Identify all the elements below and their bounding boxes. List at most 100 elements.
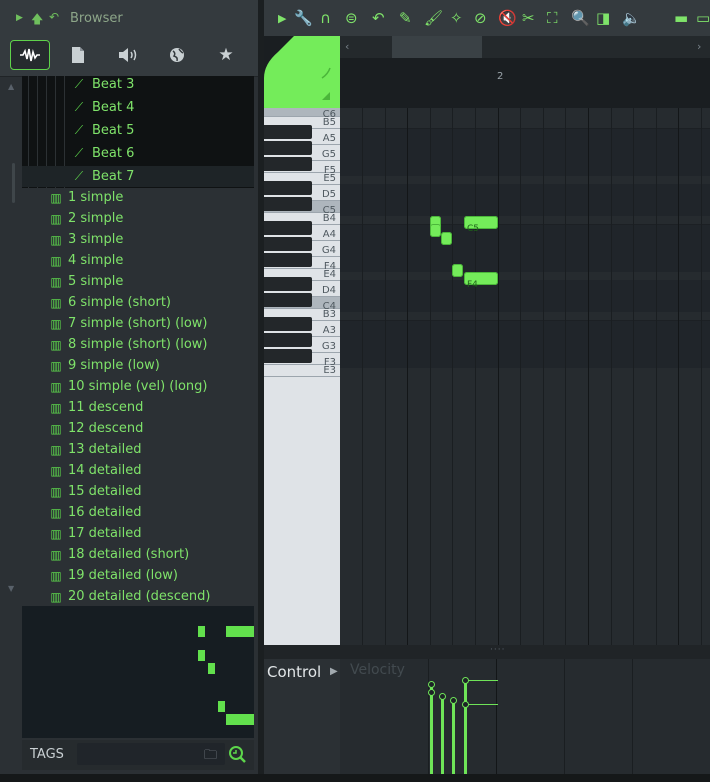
black-key[interactable] (264, 221, 312, 235)
maximize-icon[interactable]: ▭ (696, 9, 710, 27)
beat-item[interactable]: ⟋ Beat 4 (22, 97, 254, 118)
score-item[interactable]: ▥ 16 detailed (22, 502, 254, 523)
score-item[interactable]: ▥ 12 descend (22, 418, 254, 439)
tab-favorites[interactable]: ★ (206, 40, 246, 70)
note[interactable] (452, 264, 463, 277)
score-item[interactable]: ▥ 9 simple (low) (22, 355, 254, 376)
delete-icon[interactable]: ⊘ (474, 9, 487, 27)
pattern-icon: ⟋ (74, 100, 84, 114)
browser-title: Browser (70, 11, 123, 26)
undo-icon[interactable]: ↶ (372, 9, 385, 27)
black-key[interactable] (264, 197, 312, 211)
score-item[interactable]: ▥ 18 detailed (short) (22, 544, 254, 565)
folder-icon[interactable]: 🗀 (204, 746, 217, 768)
black-key[interactable] (264, 253, 312, 267)
velocity-bar[interactable] (452, 700, 455, 774)
scroll-left-icon[interactable]: ‹ (345, 40, 349, 53)
magic-wand-icon[interactable]: ✧ (450, 9, 463, 27)
black-key[interactable] (264, 125, 312, 139)
score-item[interactable]: ▥ 6 simple (short) (22, 292, 254, 313)
note[interactable]: C5 (464, 216, 498, 234)
slice-icon[interactable]: ✂ (522, 9, 535, 27)
minimize-icon[interactable]: ▬ (674, 9, 688, 27)
score-item[interactable]: ▥ 5 simple (22, 271, 254, 292)
search-icon[interactable] (228, 745, 246, 763)
velocity-handle[interactable] (428, 689, 435, 696)
select-icon[interactable]: ⛶ (547, 9, 558, 27)
back-icon[interactable]: ↶ (49, 10, 59, 24)
note[interactable]: F4 (464, 272, 498, 290)
beat-item[interactable]: ⟋ Beat 6 (22, 143, 254, 164)
event-panel-splitter[interactable]: ···· (264, 645, 710, 659)
black-key[interactable] (264, 237, 312, 251)
tab-speaker[interactable] (108, 40, 148, 70)
magnet-icon[interactable]: ∩ (320, 9, 331, 27)
tab-online[interactable] (157, 40, 197, 70)
velocity-bar[interactable] (464, 704, 467, 774)
score-item[interactable]: ▥ 4 simple (22, 250, 254, 271)
black-key[interactable] (264, 141, 312, 155)
pencil-icon[interactable]: ✎ (399, 9, 412, 27)
score-item[interactable]: ▥ 8 simple (short) (low) (22, 334, 254, 355)
black-key[interactable] (264, 181, 312, 195)
note[interactable] (430, 224, 441, 237)
expand-arrow-icon[interactable]: ▶ (16, 13, 23, 23)
score-item[interactable]: ▥ 11 descend (22, 397, 254, 418)
note-grid[interactable]: C5 F4 (340, 108, 710, 645)
zoom-icon[interactable]: 🔍 (571, 9, 590, 27)
score-item[interactable]: ▥ 13 detailed (22, 439, 254, 460)
paint-brush-icon[interactable]: 🖌 (424, 9, 443, 27)
control-arrow-icon[interactable]: ▶ (330, 666, 338, 677)
velocity-handle[interactable] (439, 693, 446, 700)
bar-number: 2 (497, 71, 504, 82)
wrench-icon[interactable]: 🔧 (294, 9, 313, 27)
mute-icon[interactable]: 🔇 (498, 9, 517, 27)
black-key[interactable] (264, 349, 312, 363)
black-key[interactable] (264, 317, 312, 331)
playback-icon[interactable]: ◨ (596, 9, 610, 27)
browser-scrollbar[interactable] (12, 163, 15, 203)
horizontal-scroll-thumb[interactable] (392, 36, 482, 58)
velocity-bar[interactable] (441, 696, 444, 774)
black-key[interactable] (264, 157, 312, 171)
velocity-lane[interactable]: Velocity (340, 659, 710, 774)
velocity-handle[interactable] (450, 697, 457, 704)
velocity-handle[interactable] (428, 681, 435, 688)
tab-all[interactable] (10, 40, 50, 70)
speaker-icon[interactable]: 🔈 (622, 9, 641, 27)
piano-keyboard[interactable]: C6 B5 A5 G5 F5 E5 D5 C5 B4 A4 G4 F4 E4 D4 C4 B3 A3 G3 F3 E3 (264, 108, 340, 645)
score-item[interactable]: ▥ 17 detailed (22, 523, 254, 544)
scroll-up-icon[interactable]: ▲ (8, 82, 14, 91)
browser-search-input[interactable] (77, 743, 225, 765)
score-item-label: 6 simple (short) (68, 295, 171, 310)
velocity-bar[interactable] (430, 692, 433, 774)
scroll-down-icon[interactable]: ▼ (8, 584, 14, 593)
play-arrow-icon[interactable]: ▶ (278, 12, 286, 25)
score-item[interactable]: ▥ 2 simple (22, 208, 254, 229)
beat-item[interactable]: ⟋ Beat 5 (22, 120, 254, 141)
score-item[interactable]: ▥ 7 simple (short) (low) (22, 313, 254, 334)
score-item[interactable]: ▥ 19 detailed (low) (22, 565, 254, 586)
control-label[interactable]: Control (267, 663, 321, 681)
score-item[interactable]: ▥ 3 simple (22, 229, 254, 250)
black-key[interactable] (264, 277, 312, 291)
score-item[interactable]: ▥ 14 detailed (22, 460, 254, 481)
score-item[interactable]: ▥ 10 simple (vel) (long) (22, 376, 254, 397)
score-item[interactable]: ▥ 20 detailed (descend) (22, 586, 254, 606)
menu-circle-icon[interactable]: ⊜ (345, 9, 358, 27)
score-item[interactable]: ▥ 15 detailed (22, 481, 254, 502)
black-key[interactable] (264, 333, 312, 347)
score-item[interactable]: ▥ 1 simple (22, 187, 254, 208)
beat-item[interactable]: ⟋ Beat 7 (22, 166, 254, 187)
black-key[interactable] (264, 293, 312, 307)
tab-files[interactable] (58, 40, 98, 70)
beat-item[interactable]: ⟋ Beat 3 (22, 76, 254, 95)
note[interactable] (441, 232, 452, 245)
up-arrow-icon[interactable]: 🡅 (31, 10, 43, 31)
scroll-right-icon[interactable]: › (697, 40, 701, 53)
ghost-channel-corner[interactable] (264, 36, 340, 108)
beat-item-label: Beat 6 (92, 146, 135, 161)
tags-button[interactable]: TAGS (30, 747, 64, 762)
pattern-preview (22, 606, 254, 738)
key-label: D5 (321, 189, 336, 200)
